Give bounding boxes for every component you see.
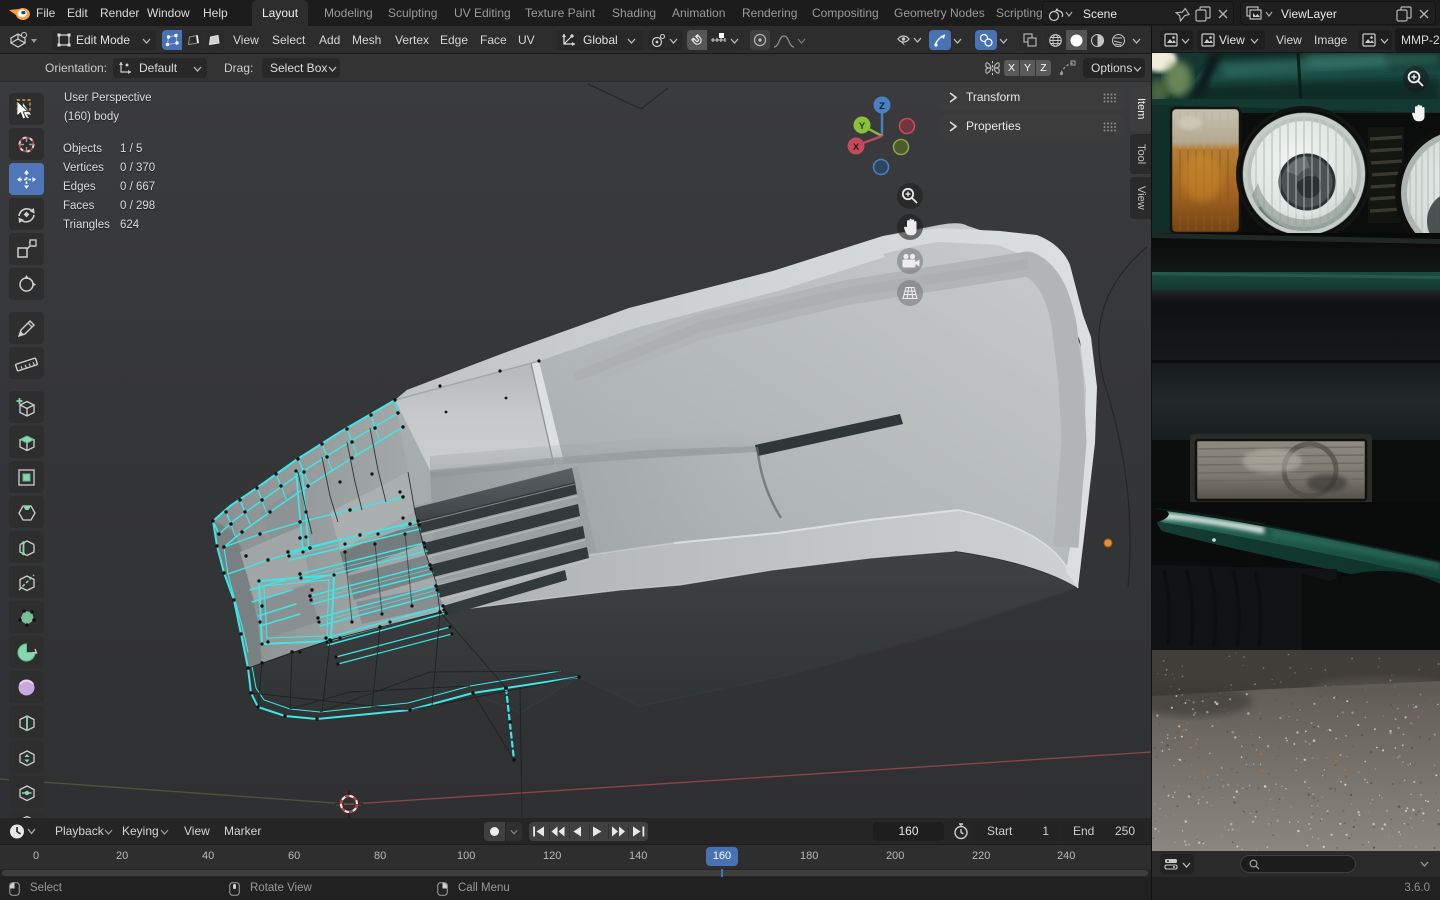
- svg-text:Z: Z: [879, 101, 885, 112]
- svg-text:X: X: [853, 142, 860, 153]
- svg-text:Y: Y: [859, 121, 866, 132]
